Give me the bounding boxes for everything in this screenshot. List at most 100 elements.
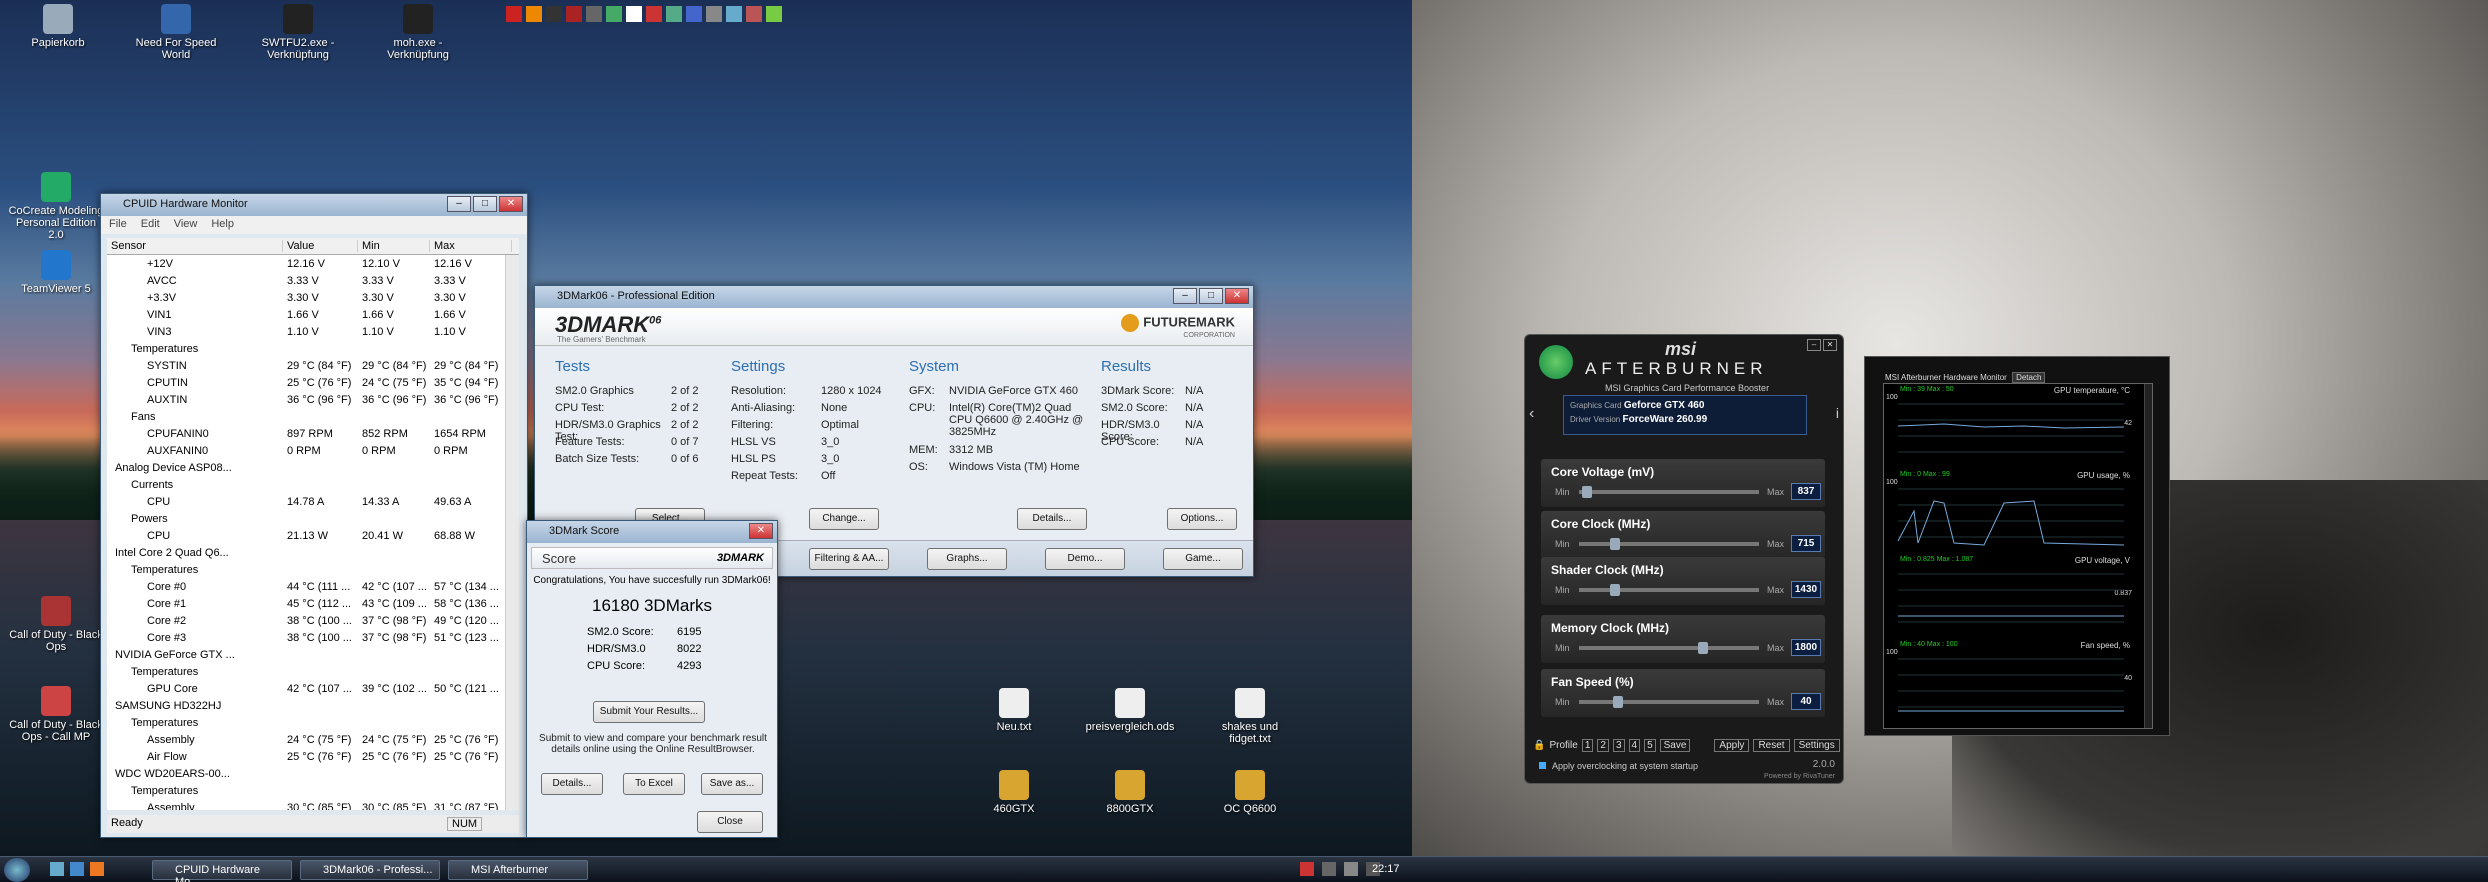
sensor-row[interactable]: +12V 12.16 V 12.10 V 12.16 V (107, 255, 519, 272)
sensor-row[interactable]: SYSTIN 29 °C (84 °F) 29 °C (84 °F) 29 °C (8… (107, 357, 519, 374)
profile-4[interactable]: 4 (1628, 738, 1641, 752)
app-icon[interactable] (566, 6, 582, 22)
sensor-row[interactable]: Fans (107, 408, 519, 425)
col-min[interactable]: Min (358, 240, 430, 252)
score-titlebar[interactable]: 3DMark Score ✕ (527, 521, 777, 543)
slider-thumb[interactable] (1582, 486, 1593, 498)
save-as-button[interactable]: Save as... (701, 773, 763, 795)
volume-icon[interactable] (1344, 862, 1358, 876)
sensor-row[interactable]: Assembly 24 °C (75 °F) 24 °C (75 °F) 25 °C … (107, 731, 519, 748)
sensor-row[interactable]: CPUFANIN0 897 RPM 852 RPM 1654 RPM (107, 425, 519, 442)
show-desktop-icon[interactable] (50, 862, 64, 876)
desktop-icon[interactable]: shakes und fidget.txt (1202, 688, 1298, 745)
collapse-left-icon[interactable]: ‹ (1529, 405, 1534, 423)
sensor-row[interactable]: Core #3 38 °C (100 ... 37 °C (98 °F) 51 °C … (107, 629, 519, 646)
minimize-icon[interactable]: – (1807, 339, 1821, 351)
slider-thumb[interactable] (1698, 642, 1708, 654)
minimize-icon[interactable]: – (1173, 288, 1197, 304)
app-icon[interactable] (506, 6, 522, 22)
sensor-row[interactable]: Temperatures (107, 561, 519, 578)
apply-button[interactable]: Apply (1714, 738, 1750, 752)
network-icon[interactable] (1322, 862, 1336, 876)
desktop-icon[interactable]: Need For Speed World (128, 4, 224, 61)
sensor-row[interactable]: Temperatures (107, 714, 519, 731)
close-icon[interactable]: ✕ (749, 523, 773, 539)
menu-help[interactable]: Help (211, 218, 234, 232)
game-button[interactable]: Game... (1163, 548, 1243, 570)
clock[interactable]: 22:17 (1372, 863, 1400, 875)
desktop-icon[interactable]: CoCreate Modeling Personal Edition 2.0 (8, 172, 104, 241)
sensor-row[interactable]: CPU 14.78 A 14.33 A 49.63 A (107, 493, 519, 510)
col-max[interactable]: Max (430, 240, 512, 252)
slider-thumb[interactable] (1609, 584, 1620, 596)
sensor-row[interactable]: AVCC 3.33 V 3.33 V 3.33 V (107, 272, 519, 289)
menu-file[interactable]: File (109, 218, 127, 232)
slider-track[interactable] (1579, 700, 1759, 704)
desktop-icon[interactable]: TeamViewer 5 (8, 250, 104, 295)
graphs-button[interactable]: Graphs... (927, 548, 1007, 570)
score-details-button[interactable]: Details... (541, 773, 603, 795)
app-icon[interactable] (726, 6, 742, 22)
submit-results-button[interactable]: Submit Your Results... (593, 701, 705, 723)
tray-icon[interactable] (1300, 862, 1314, 876)
sensor-row[interactable]: Currents (107, 476, 519, 493)
col-sensor[interactable]: Sensor (107, 240, 283, 252)
desktop-icon[interactable]: moh.exe - Verknüpfung (370, 4, 466, 61)
3dmark-titlebar[interactable]: 3DMark06 - Professional Edition – □ ✕ (535, 286, 1253, 308)
app-icon[interactable] (586, 6, 602, 22)
slider-track[interactable] (1579, 542, 1759, 546)
sensor-row[interactable]: Temperatures (107, 663, 519, 680)
slider-value[interactable]: 715 (1791, 535, 1821, 552)
save-profile-button[interactable]: Save (1659, 738, 1691, 752)
filtering-aa-button[interactable]: Filtering & AA... (809, 548, 889, 570)
maximize-icon[interactable]: □ (1199, 288, 1223, 304)
sensor-row[interactable]: CPUTIN 25 °C (76 °F) 24 °C (75 °F) 35 °C (9… (107, 374, 519, 391)
profile-2[interactable]: 2 (1597, 738, 1609, 752)
options-button[interactable]: Options... (1167, 508, 1237, 530)
app-icon[interactable] (706, 6, 722, 22)
sensor-row[interactable]: Air Flow 25 °C (76 °F) 25 °C (76 °F) 25 °C … (107, 748, 519, 765)
slider-thumb[interactable] (1613, 696, 1623, 708)
profile-3[interactable]: 3 (1612, 738, 1625, 752)
slider-value[interactable]: 1800 (1791, 639, 1821, 656)
desktop-icon[interactable]: Neu.txt (966, 688, 1062, 733)
ie-icon[interactable] (70, 862, 84, 876)
slider-track[interactable] (1579, 588, 1759, 592)
app-icon[interactable] (666, 6, 682, 22)
desktop-icon[interactable]: Papierkorb (10, 4, 106, 49)
desktop-icon[interactable]: Call of Duty - Black Ops (8, 596, 104, 653)
demo-button[interactable]: Demo... (1045, 548, 1125, 570)
sensor-row[interactable]: SAMSUNG HD322HJ (107, 697, 519, 714)
details-button[interactable]: Details... (1017, 508, 1087, 530)
sensor-row[interactable]: Powers (107, 510, 519, 527)
taskbar-cpuid[interactable]: CPUID Hardware Mo... (152, 860, 292, 882)
profile-1[interactable]: 1 (1581, 738, 1594, 752)
app-icon[interactable] (626, 6, 642, 22)
app-icon[interactable] (606, 6, 622, 22)
close-icon[interactable]: ✕ (1225, 288, 1249, 304)
slider-track[interactable] (1579, 490, 1759, 494)
sensor-row[interactable]: Core #1 45 °C (112 ... 43 °C (109 ... 58 °C… (107, 595, 519, 612)
cpuid-titlebar[interactable]: CPUID Hardware Monitor – □ ✕ (101, 194, 527, 216)
app-icon[interactable] (526, 6, 542, 22)
settings-button[interactable]: Settings (1793, 738, 1840, 752)
sensor-row[interactable]: Temperatures (107, 340, 519, 357)
start-button[interactable] (4, 858, 30, 882)
desktop-icon[interactable]: 460GTX (966, 770, 1062, 815)
graph-scrollbar[interactable] (2144, 384, 2152, 728)
slider-thumb[interactable] (1609, 538, 1620, 550)
sensor-row[interactable]: Intel Core 2 Quad Q6... (107, 544, 519, 561)
sensor-row[interactable]: WDC WD20EARS-00... (107, 765, 519, 782)
close-icon[interactable]: ✕ (499, 196, 523, 212)
col-value[interactable]: Value (283, 240, 358, 252)
menu-edit[interactable]: Edit (141, 218, 160, 232)
slider-track[interactable] (1579, 646, 1759, 650)
sensor-row[interactable]: Core #0 44 °C (111 ... 42 °C (107 ... 57 °C… (107, 578, 519, 595)
menu-view[interactable]: View (174, 218, 198, 232)
sensor-row[interactable]: +3.3V 3.30 V 3.30 V 3.30 V (107, 289, 519, 306)
scrollbar[interactable] (505, 255, 519, 810)
desktop-icon[interactable]: Call of Duty - Black Ops - Call MP (8, 686, 104, 743)
app-icon[interactable] (766, 6, 782, 22)
close-button[interactable]: Close (697, 811, 763, 833)
sensor-row[interactable]: CPU 21.13 W 20.41 W 68.88 W (107, 527, 519, 544)
